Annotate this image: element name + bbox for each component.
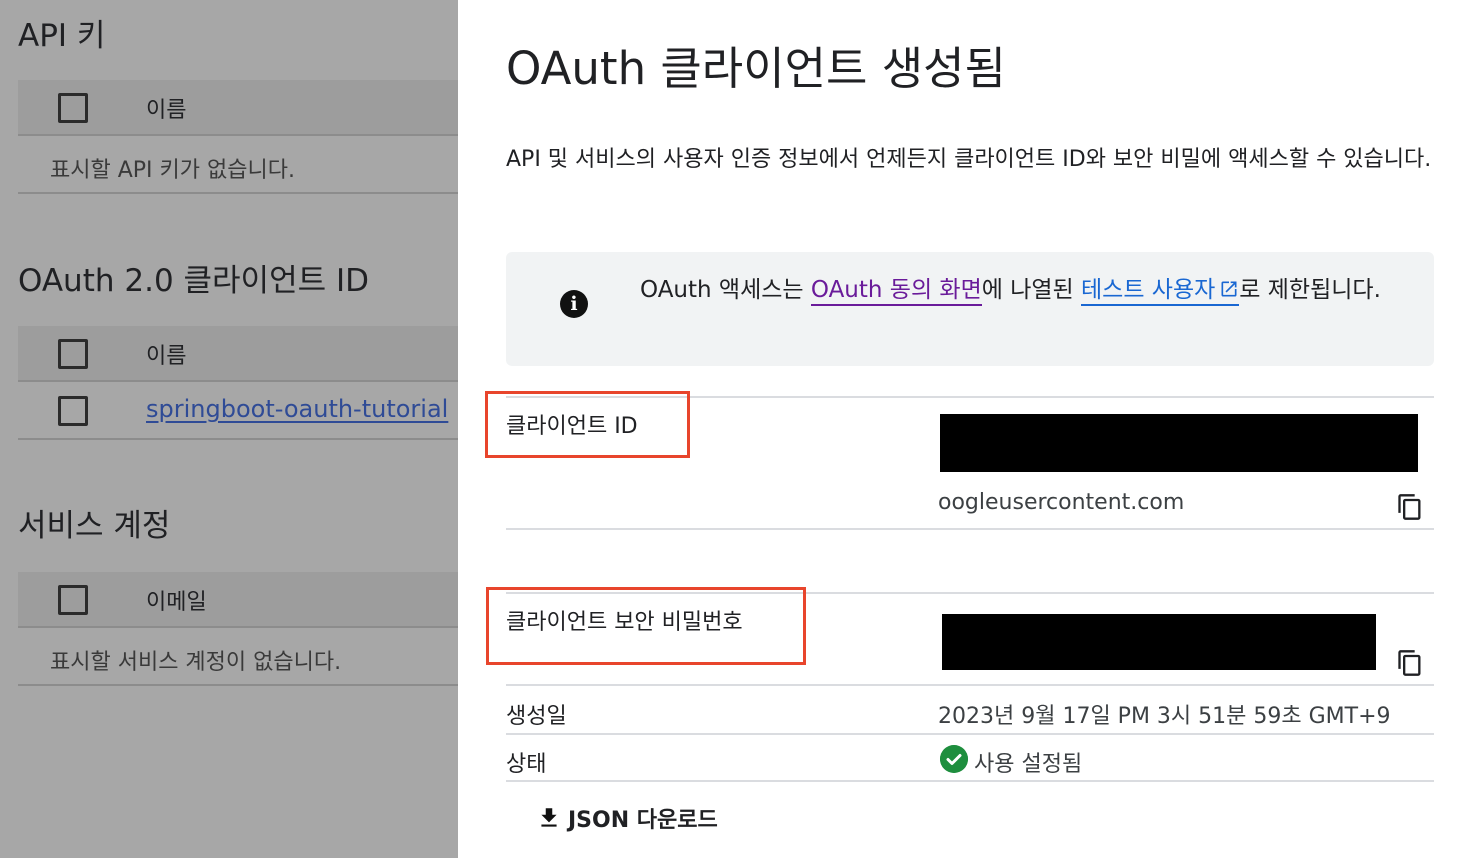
oauth-client-link[interactable]: springboot-oauth-tutorial (146, 395, 448, 423)
status-value: 사용 설정됨 (974, 752, 1083, 777)
dialog-title: OAuth 클라이언트 생성됨 (506, 42, 1006, 95)
created-value: 2023년 9월 17일 PM 3시 51분 59초 GMT+9 (938, 704, 1391, 729)
service-accounts-empty-row: 표시할 서비스 계정이 없습니다. (18, 630, 458, 686)
info-mid: 에 나열된 (981, 277, 1082, 303)
divider (506, 684, 1434, 686)
oauth-clients-heading: OAuth 2.0 클라이언트 ID (18, 263, 369, 299)
row-checkbox-icon[interactable] (58, 396, 88, 426)
info-prefix: OAuth 액세스는 (640, 277, 811, 303)
client-secret-redaction (942, 614, 1376, 670)
client-secret-highlight (486, 587, 806, 665)
oauth-clients-name-column[interactable]: 이름 (146, 338, 186, 370)
download-icon (541, 808, 557, 827)
client-id-value[interactable]: oogleusercontent.com (938, 490, 1184, 515)
check-circle-icon (940, 745, 968, 773)
api-keys-heading: API 키 (18, 18, 106, 54)
consent-screen-link[interactable]: OAuth 동의 화면 (810, 277, 982, 306)
info-suffix: 로 제한됩니다. (1239, 277, 1381, 303)
test-users-link[interactable]: 테스트 사용자 (1081, 277, 1240, 306)
service-accounts-empty-text: 표시할 서비스 계정이 없습니다. (50, 650, 342, 675)
status-label: 상태 (506, 752, 547, 777)
client-id-redaction (940, 414, 1418, 472)
created-label: 생성일 (506, 704, 567, 729)
api-keys-name-column[interactable]: 이름 (146, 92, 186, 124)
dialog-description: API 및 서비스의 사용자 인증 정보에서 언제든지 클라이언트 ID와 보안… (506, 147, 1432, 172)
api-keys-empty-text: 표시할 API 키가 없습니다. (50, 158, 295, 183)
info-icon: i (560, 290, 588, 318)
external-link-icon (1221, 281, 1237, 297)
service-accounts-heading: 서비스 계정 (18, 508, 171, 544)
api-keys-table-header: 이름 (18, 80, 458, 136)
divider (506, 780, 1434, 782)
oauth-client-created-dialog: OAuth 클라이언트 생성됨 API 및 서비스의 사용자 인증 정보에서 언… (458, 0, 1470, 858)
copy-icon[interactable] (1396, 648, 1424, 678)
info-banner-text: OAuth 액세스는 OAuth 동의 화면에 나열된 테스트 사용자 로 제한됩… (640, 270, 1400, 310)
oauth-clients-table-header: 이름 (18, 326, 458, 382)
client-id-highlight (485, 391, 690, 458)
api-keys-empty-row: 표시할 API 키가 없습니다. (18, 138, 458, 194)
info-banner: i OAuth 액세스는 OAuth 동의 화면에 나열된 테스트 사용자 로 제… (506, 252, 1434, 366)
select-all-checkbox-icon[interactable] (58, 93, 88, 123)
service-accounts-table-header: 이메일 (18, 572, 458, 628)
service-accounts-email-column[interactable]: 이메일 (146, 584, 207, 616)
credentials-list-panel: API 키 이름 표시할 API 키가 없습니다. OAuth 2.0 클라이언… (0, 0, 458, 858)
json-download-label: JSON 다운로드 (568, 808, 718, 833)
select-all-checkbox-icon[interactable] (58, 585, 88, 615)
copy-icon[interactable] (1396, 492, 1424, 522)
select-all-checkbox-icon[interactable] (58, 339, 88, 369)
divider (506, 733, 1434, 735)
json-download-button[interactable]: JSON 다운로드 (536, 796, 718, 840)
test-users-link-label: 테스트 사용자 (1081, 277, 1216, 303)
table-row: springboot-oauth-tutorial (18, 384, 458, 440)
divider (506, 528, 1434, 530)
